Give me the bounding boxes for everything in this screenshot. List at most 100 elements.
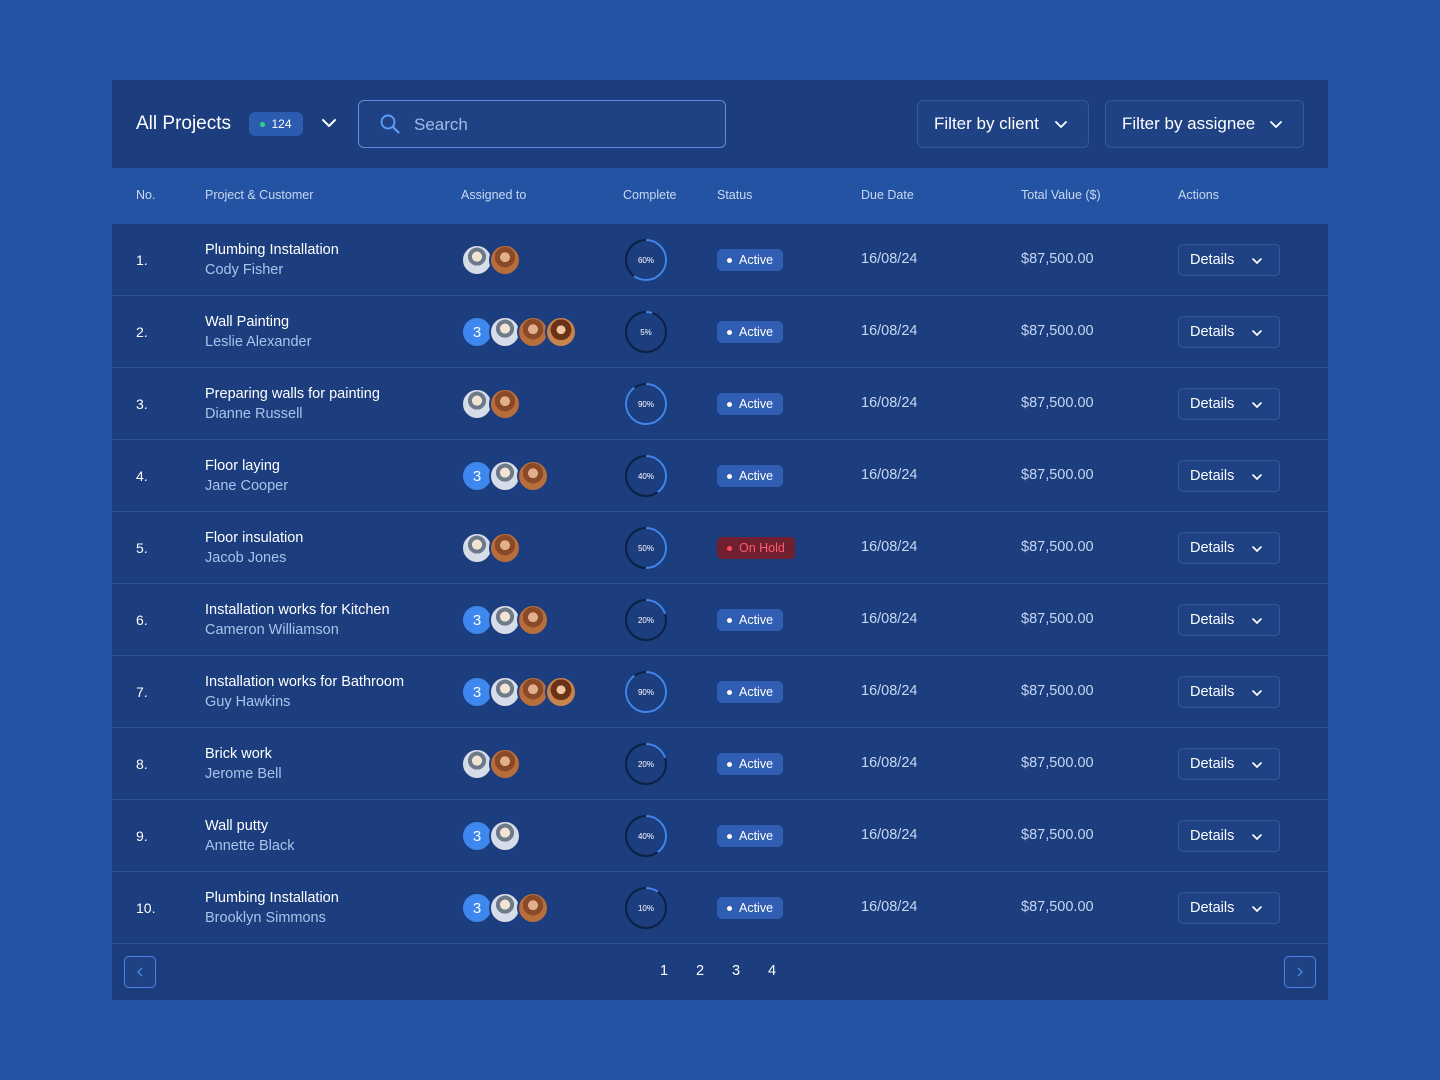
column-header-no: No. bbox=[136, 188, 156, 202]
details-dropdown-button[interactable]: Details bbox=[1178, 388, 1280, 420]
avatar[interactable] bbox=[517, 460, 549, 492]
avatar[interactable] bbox=[489, 532, 521, 564]
column-header-actions: Actions bbox=[1178, 188, 1219, 202]
chevron-down-icon bbox=[1252, 834, 1262, 840]
row-number: 1. bbox=[136, 252, 148, 268]
status-badge: Active bbox=[717, 465, 784, 487]
project-customer-cell: Floor laying Jane Cooper bbox=[205, 440, 435, 512]
chevron-down-icon bbox=[1270, 121, 1282, 128]
avatar[interactable] bbox=[517, 892, 549, 924]
project-customer-cell: Floor insulation Jacob Jones bbox=[205, 512, 435, 584]
project-count: 124 bbox=[271, 117, 292, 131]
assignee-avatars[interactable] bbox=[461, 244, 521, 276]
table-row: 7. Installation works for Bathroom Guy Haw… bbox=[112, 656, 1328, 728]
details-dropdown-button[interactable]: Details bbox=[1178, 748, 1280, 780]
assignee-avatars[interactable]: 3 bbox=[461, 460, 549, 492]
assignee-avatars[interactable] bbox=[461, 532, 521, 564]
completion-progress-ring: 60% bbox=[624, 238, 668, 282]
details-label: Details bbox=[1190, 324, 1235, 340]
page-3-link[interactable]: 3 bbox=[730, 963, 742, 979]
details-dropdown-button[interactable]: Details bbox=[1178, 892, 1280, 924]
chevron-down-icon bbox=[1252, 258, 1262, 264]
project-name: Installation works for Bathroom bbox=[205, 674, 405, 690]
project-name: Floor insulation bbox=[205, 530, 304, 546]
assignee-avatars[interactable]: 3 bbox=[461, 892, 549, 924]
project-customer-cell: Plumbing Installation Cody Fisher bbox=[205, 224, 435, 296]
customer-name: Jerome Bell bbox=[205, 766, 282, 782]
completion-percent: 40% bbox=[637, 831, 654, 841]
search-box[interactable] bbox=[358, 100, 726, 148]
status-label: On Hold bbox=[739, 541, 785, 555]
status-label: Active bbox=[739, 253, 774, 267]
assignee-avatars[interactable] bbox=[461, 388, 521, 420]
customer-name: Jacob Jones bbox=[205, 550, 287, 566]
details-label: Details bbox=[1190, 828, 1235, 844]
next-page-button[interactable] bbox=[1284, 956, 1316, 988]
table-row: 3. Preparing walls for painting Dianne Rus… bbox=[112, 368, 1328, 440]
total-value: $87,500.00 bbox=[1021, 539, 1094, 555]
avatar[interactable] bbox=[545, 676, 577, 708]
status-dot-icon bbox=[727, 689, 732, 695]
status-badge: Active bbox=[717, 753, 784, 775]
assignee-avatars[interactable]: 3 bbox=[461, 676, 577, 708]
details-dropdown-button[interactable]: Details bbox=[1178, 244, 1280, 276]
projects-panel: All Projects 124 Filter by client Filter… bbox=[112, 80, 1328, 1000]
project-customer-cell: Brick work Jerome Bell bbox=[205, 728, 435, 800]
page-1-link[interactable]: 1 bbox=[658, 963, 670, 979]
completion-progress-ring: 90% bbox=[624, 382, 668, 426]
filter-by-assignee-dropdown[interactable]: Filter by assignee bbox=[1105, 100, 1304, 148]
status-dot-icon bbox=[727, 761, 732, 767]
project-name: Plumbing Installation bbox=[205, 242, 339, 258]
previous-page-button[interactable] bbox=[124, 956, 156, 988]
project-customer-cell: Wall putty Annette Black bbox=[205, 800, 435, 872]
avatar[interactable] bbox=[489, 748, 521, 780]
details-dropdown-button[interactable]: Details bbox=[1178, 604, 1280, 636]
details-label: Details bbox=[1190, 252, 1235, 268]
details-dropdown-button[interactable]: Details bbox=[1178, 676, 1280, 708]
due-date: 16/08/24 bbox=[861, 683, 918, 699]
due-date: 16/08/24 bbox=[861, 395, 918, 411]
project-customer-cell: Plumbing Installation Brooklyn Simmons bbox=[205, 872, 435, 944]
filter-by-client-dropdown[interactable]: Filter by client bbox=[917, 100, 1089, 148]
column-header-status: Status bbox=[717, 188, 753, 202]
details-dropdown-button[interactable]: Details bbox=[1178, 820, 1280, 852]
project-name: Brick work bbox=[205, 746, 272, 762]
assignee-avatars[interactable]: 3 bbox=[461, 316, 577, 348]
details-label: Details bbox=[1190, 900, 1235, 916]
assignee-avatars[interactable]: 3 bbox=[461, 820, 521, 852]
total-value: $87,500.00 bbox=[1021, 323, 1094, 339]
table-row: 2. Wall Painting Leslie Alexander 3 5% Active… bbox=[112, 296, 1328, 368]
details-dropdown-button[interactable]: Details bbox=[1178, 316, 1280, 348]
completion-progress-ring: 10% bbox=[624, 886, 668, 930]
chevron-down-icon bbox=[1252, 690, 1262, 696]
page-2-link[interactable]: 2 bbox=[694, 963, 706, 979]
status-label: Active bbox=[739, 757, 774, 771]
page-4-link[interactable]: 4 bbox=[766, 963, 778, 979]
avatar[interactable] bbox=[489, 820, 521, 852]
completion-percent: 10% bbox=[637, 903, 654, 913]
row-number: 3. bbox=[136, 396, 148, 412]
total-value: $87,500.00 bbox=[1021, 611, 1094, 627]
total-value: $87,500.00 bbox=[1021, 827, 1094, 843]
chevron-down-icon bbox=[1252, 402, 1262, 408]
assignee-avatars[interactable] bbox=[461, 748, 521, 780]
avatar[interactable] bbox=[517, 604, 549, 636]
avatar[interactable] bbox=[489, 244, 521, 276]
table-row: 1. Plumbing Installation Cody Fisher 60% Act… bbox=[112, 224, 1328, 296]
search-input[interactable] bbox=[414, 113, 704, 137]
avatar[interactable] bbox=[545, 316, 577, 348]
project-name: Wall putty bbox=[205, 818, 269, 834]
column-header-total-value: Total Value ($) bbox=[1021, 188, 1101, 202]
chevron-down-icon[interactable] bbox=[320, 116, 338, 130]
completion-progress-ring: 90% bbox=[624, 670, 668, 714]
due-date: 16/08/24 bbox=[861, 755, 918, 771]
column-header-assigned: Assigned to bbox=[461, 188, 527, 202]
status-badge: On Hold bbox=[717, 537, 795, 559]
avatar[interactable] bbox=[489, 388, 521, 420]
project-count-badge: 124 bbox=[249, 112, 303, 136]
due-date: 16/08/24 bbox=[861, 467, 918, 483]
details-dropdown-button[interactable]: Details bbox=[1178, 460, 1280, 492]
details-dropdown-button[interactable]: Details bbox=[1178, 532, 1280, 564]
customer-name: Cameron Williamson bbox=[205, 622, 339, 638]
assignee-avatars[interactable]: 3 bbox=[461, 604, 549, 636]
